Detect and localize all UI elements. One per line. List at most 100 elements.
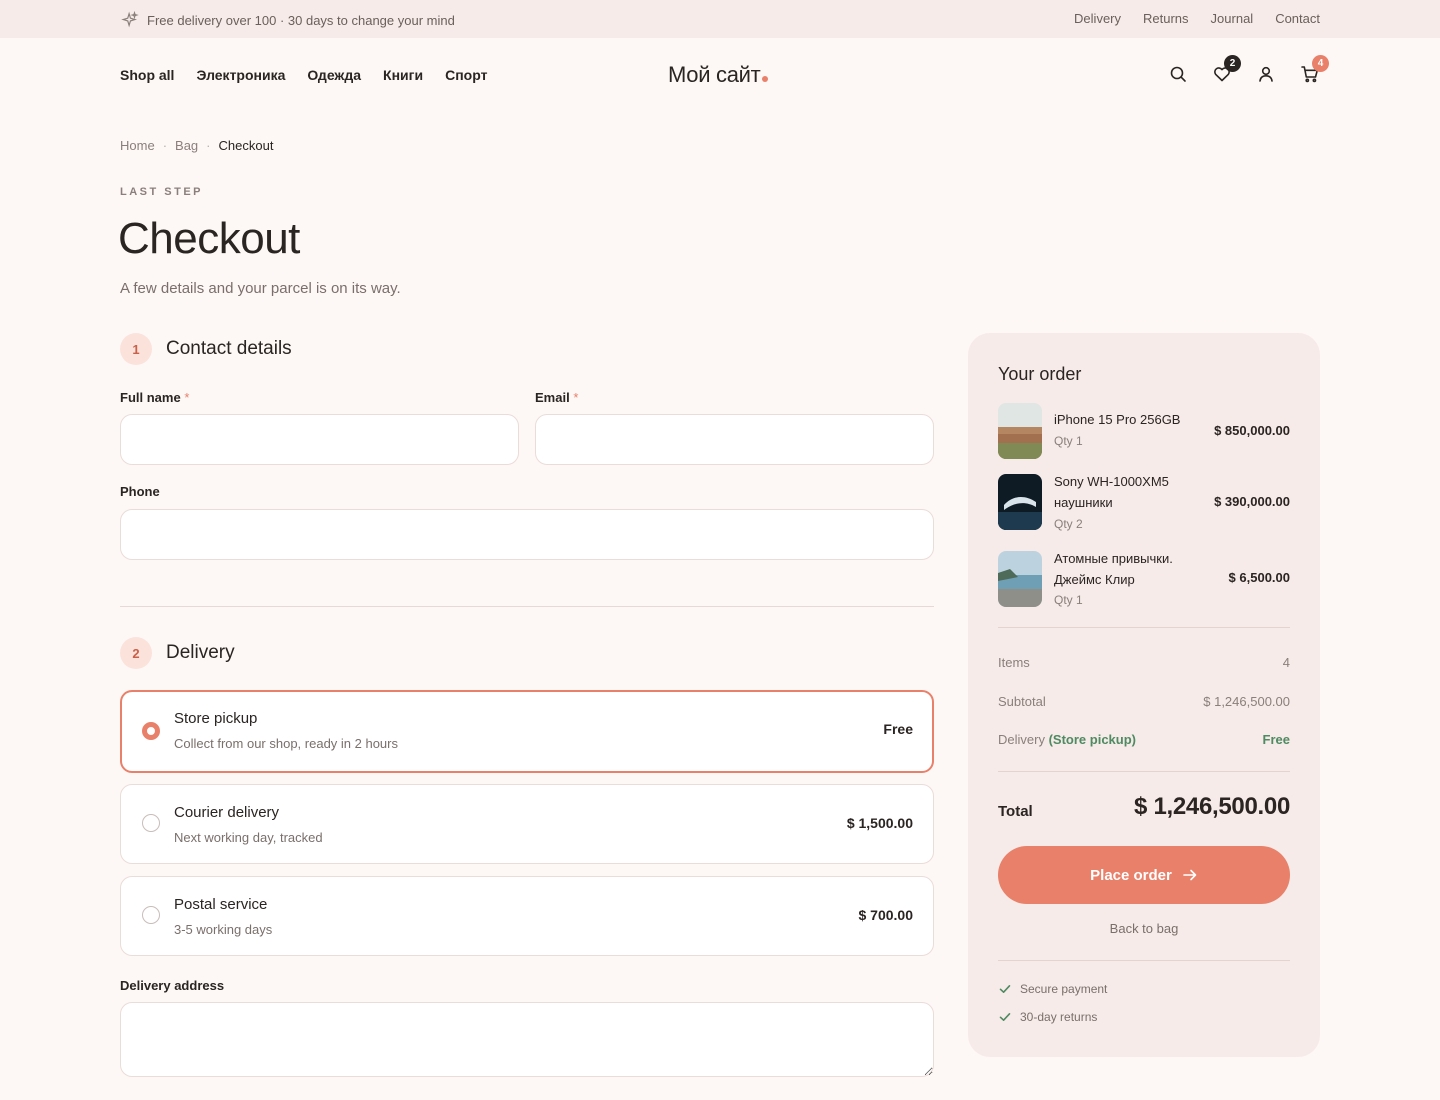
sparkle-icon <box>121 11 139 28</box>
account-button[interactable] <box>1256 64 1276 84</box>
nav-books[interactable]: Книги <box>383 67 423 83</box>
wishlist-button[interactable]: 2 <box>1212 55 1241 84</box>
option-description: 3-5 working days <box>174 922 273 937</box>
section-title: Delivery <box>166 642 235 663</box>
eyebrow-label: LAST STEP <box>120 186 204 198</box>
order-item: iPhone 15 Pro 256GB Qty 1 $ 850,000.00 <box>998 403 1290 459</box>
option-price: $ 1,500.00 <box>846 815 913 831</box>
nav-electronics[interactable]: Электроника <box>196 67 285 83</box>
order-item: Sony WH-1000XM5 наушники Qty 2 $ 390,000… <box>998 474 1290 531</box>
feature-label: Secure payment <box>1020 982 1108 996</box>
page-subtitle: A few details and your parcel is on its … <box>120 280 401 297</box>
site-header: Shop all Электроника Одежда Книги Спорт … <box>0 38 1440 112</box>
delivery-method: (Store pickup) <box>1048 732 1136 747</box>
utility-links: Delivery Returns Journal Contact <box>1074 11 1320 26</box>
delivery-address-label: Delivery address <box>120 978 225 993</box>
nav-sport[interactable]: Спорт <box>445 67 487 83</box>
email-input[interactable] <box>535 414 934 465</box>
phone-input[interactable] <box>120 509 934 560</box>
breadcrumb-home[interactable]: Home <box>120 138 155 153</box>
cart-button[interactable]: 4 <box>1300 55 1329 84</box>
section-divider <box>120 606 934 607</box>
delivery-section-header: 2 Delivery <box>120 637 235 669</box>
option-title: Store pickup <box>174 710 258 727</box>
full-name-label: Full name * <box>120 390 189 405</box>
required-mark: * <box>573 390 579 405</box>
row-label: Items <box>998 655 1030 670</box>
item-price: $ 390,000.00 <box>1214 494 1290 509</box>
delivery-option-courier[interactable]: Courier delivery Next working day, track… <box>120 784 934 864</box>
item-price: $ 850,000.00 <box>1214 423 1290 438</box>
product-thumbnail <box>998 551 1042 607</box>
row-label: Delivery <box>998 732 1045 747</box>
link-contact[interactable]: Contact <box>1275 11 1320 26</box>
cart-count-badge: 4 <box>1312 55 1329 72</box>
breadcrumb: Home · Bag · Checkout <box>120 138 273 153</box>
option-price: $ 700.00 <box>858 907 914 923</box>
arrow-right-icon <box>1183 869 1197 881</box>
search-icon <box>1170 66 1186 82</box>
place-order-button[interactable]: Place order <box>998 846 1290 904</box>
option-description: Next working day, tracked <box>174 830 323 845</box>
user-icon <box>1259 66 1273 82</box>
delivery-address-input[interactable] <box>120 1002 934 1077</box>
product-image <box>998 551 1042 607</box>
nav-shop-all[interactable]: Shop all <box>120 67 174 83</box>
product-image <box>998 474 1042 530</box>
item-qty: Qty 2 <box>1054 517 1083 531</box>
link-returns[interactable]: Returns <box>1143 11 1189 26</box>
row-label: Subtotal <box>998 694 1046 709</box>
required-mark: * <box>184 390 190 405</box>
summary-row-items: Items 4 <box>998 655 1290 670</box>
back-to-bag-link[interactable]: Back to bag <box>998 921 1290 936</box>
link-delivery[interactable]: Delivery <box>1074 11 1121 26</box>
nav-clothing[interactable]: Одежда <box>307 67 361 83</box>
logo-dot <box>762 76 769 82</box>
search-button[interactable] <box>1168 64 1188 84</box>
order-title: Your order <box>998 364 1082 384</box>
option-title: Postal service <box>174 896 268 913</box>
feature-secure-payment: Secure payment <box>998 982 1107 996</box>
logo-text: Мой сайт <box>668 62 761 87</box>
divider <box>998 960 1290 961</box>
divider <box>998 627 1290 628</box>
page-title: Checkout <box>118 214 300 263</box>
order-item: Атомные привычки. Джеймс Клир Qty 1 $ 6,… <box>998 551 1290 607</box>
total-label: Total <box>998 803 1033 820</box>
breadcrumb-bag[interactable]: Bag <box>175 138 198 153</box>
step-number: 2 <box>120 637 152 669</box>
header-actions: 2 4 <box>1168 55 1329 84</box>
item-qty: Qty 1 <box>1054 593 1083 607</box>
main-nav: Shop all Электроника Одежда Книги Спорт <box>120 67 487 83</box>
step-number: 1 <box>120 333 152 365</box>
email-label: Email * <box>535 390 578 405</box>
product-image <box>998 403 1042 459</box>
radio-unselected[interactable] <box>142 814 160 832</box>
full-name-label-text: Full name <box>120 390 181 405</box>
site-logo[interactable]: Мой сайт <box>668 62 769 88</box>
radio-unselected[interactable] <box>142 906 160 924</box>
breadcrumb-separator: · <box>162 138 168 153</box>
item-name: iPhone 15 Pro 256GB <box>1054 412 1181 427</box>
breadcrumb-current: Checkout <box>218 138 274 153</box>
row-value: 4 <box>1282 655 1290 670</box>
item-name: Атомные привычки. Джеймс Клир <box>1054 551 1173 587</box>
feature-label: 30-day returns <box>1020 1010 1098 1024</box>
feature-returns: 30-day returns <box>998 1010 1097 1024</box>
link-journal[interactable]: Journal <box>1211 11 1254 26</box>
delivery-option-postal[interactable]: Postal service 3-5 working days $ 700.00 <box>120 876 934 956</box>
wishlist-count-badge: 2 <box>1224 55 1241 72</box>
summary-row-subtotal: Subtotal $ 1,246,500.00 <box>998 694 1290 709</box>
radio-selected[interactable] <box>142 722 160 740</box>
divider <box>998 771 1290 772</box>
item-qty: Qty 1 <box>1054 434 1083 448</box>
place-order-label: Place order <box>1090 866 1172 884</box>
phone-label: Phone <box>120 484 160 499</box>
option-price: Free <box>883 721 913 737</box>
summary-row-delivery: Delivery (Store pickup) Free <box>998 732 1290 747</box>
item-price: $ 6,500.00 <box>1228 570 1290 585</box>
full-name-input[interactable] <box>120 414 519 465</box>
delivery-option-store-pickup[interactable]: Store pickup Collect from our shop, read… <box>120 690 934 773</box>
total-value: $ 1,246,500.00 <box>1134 793 1290 820</box>
option-description: Collect from our shop, ready in 2 hours <box>174 736 398 751</box>
